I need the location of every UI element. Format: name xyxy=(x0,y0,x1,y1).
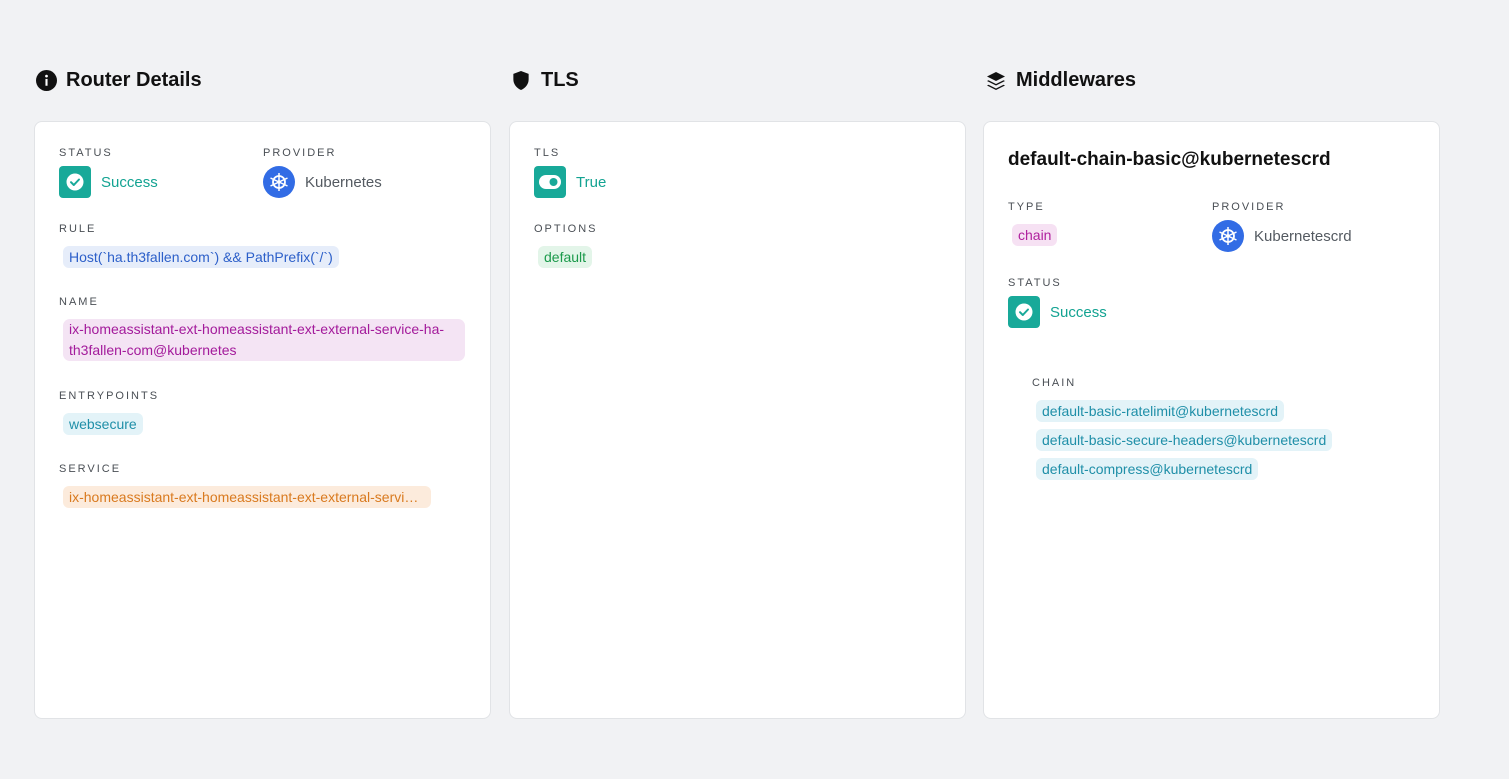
type-label: TYPE xyxy=(1008,201,1045,213)
mw-provider: Kubernetescrd xyxy=(1212,220,1352,252)
middlewares-card: default-chain-basic@kubernetescrd TYPE c… xyxy=(983,121,1440,719)
layers-icon xyxy=(985,70,1007,92)
tls-heading: TLS xyxy=(510,69,579,92)
name-pill: ix-homeassistant-ext-homeassistant-ext-e… xyxy=(63,319,465,361)
mw-status: Success xyxy=(1008,296,1107,328)
middleware-name: default-chain-basic@kubernetescrd xyxy=(1008,149,1331,170)
tls-title: TLS xyxy=(541,69,579,91)
entrypoints-label: ENTRYPOINTS xyxy=(59,390,160,402)
kubernetes-icon xyxy=(263,166,295,198)
middlewares-heading: Middlewares xyxy=(985,69,1136,92)
entrypoint-pill: websecure xyxy=(63,413,143,435)
chain-item-ratelimit[interactable]: default-basic-ratelimit@kubernetescrd xyxy=(1036,400,1284,422)
mw-status-value: Success xyxy=(1050,303,1107,321)
router-provider: Kubernetes xyxy=(263,166,382,198)
kubernetes-icon xyxy=(1212,220,1244,252)
name-label: NAME xyxy=(59,296,99,308)
tls-value: True xyxy=(576,173,607,191)
mw-provider-label: PROVIDER xyxy=(1212,201,1286,213)
options-label: OPTIONS xyxy=(534,223,598,235)
shield-icon xyxy=(510,70,532,92)
toggle-icon xyxy=(534,166,566,198)
tls-label: TLS xyxy=(534,147,561,159)
service-pill[interactable]: ix-homeassistant-ext-homeassistant-ext-e… xyxy=(63,486,431,508)
service-label: SERVICE xyxy=(59,463,122,475)
rule-label: RULE xyxy=(59,223,97,235)
status-value: Success xyxy=(101,173,158,191)
mw-status-label: STATUS xyxy=(1008,277,1062,289)
chain-item-compress[interactable]: default-compress@kubernetescrd xyxy=(1036,458,1259,480)
type-pill: chain xyxy=(1012,224,1058,246)
middlewares-title: Middlewares xyxy=(1016,69,1137,91)
tls-status: True xyxy=(534,166,606,198)
router-details-heading: Router Details xyxy=(35,69,202,92)
provider-label: PROVIDER xyxy=(263,147,337,159)
provider-value: Kubernetes xyxy=(305,173,382,191)
router-details-card: STATUS Success PROVIDER Kubernetes RULE … xyxy=(34,121,491,719)
check-icon xyxy=(1008,296,1040,328)
router-details-title: Router Details xyxy=(66,69,202,91)
options-pill: default xyxy=(538,246,593,268)
check-icon xyxy=(59,166,91,198)
tls-card: TLS True OPTIONS default xyxy=(509,121,966,719)
chain-item-secure-headers[interactable]: default-basic-secure-headers@kubernetesc… xyxy=(1036,429,1333,451)
chain-label: CHAIN xyxy=(1032,377,1077,389)
mw-provider-value: Kubernetescrd xyxy=(1254,227,1352,245)
router-status: Success xyxy=(59,166,158,198)
status-label: STATUS xyxy=(59,147,113,159)
info-icon xyxy=(35,70,57,92)
rule-pill: Host(`ha.th3fallen.com`) && PathPrefix(`… xyxy=(63,246,339,268)
